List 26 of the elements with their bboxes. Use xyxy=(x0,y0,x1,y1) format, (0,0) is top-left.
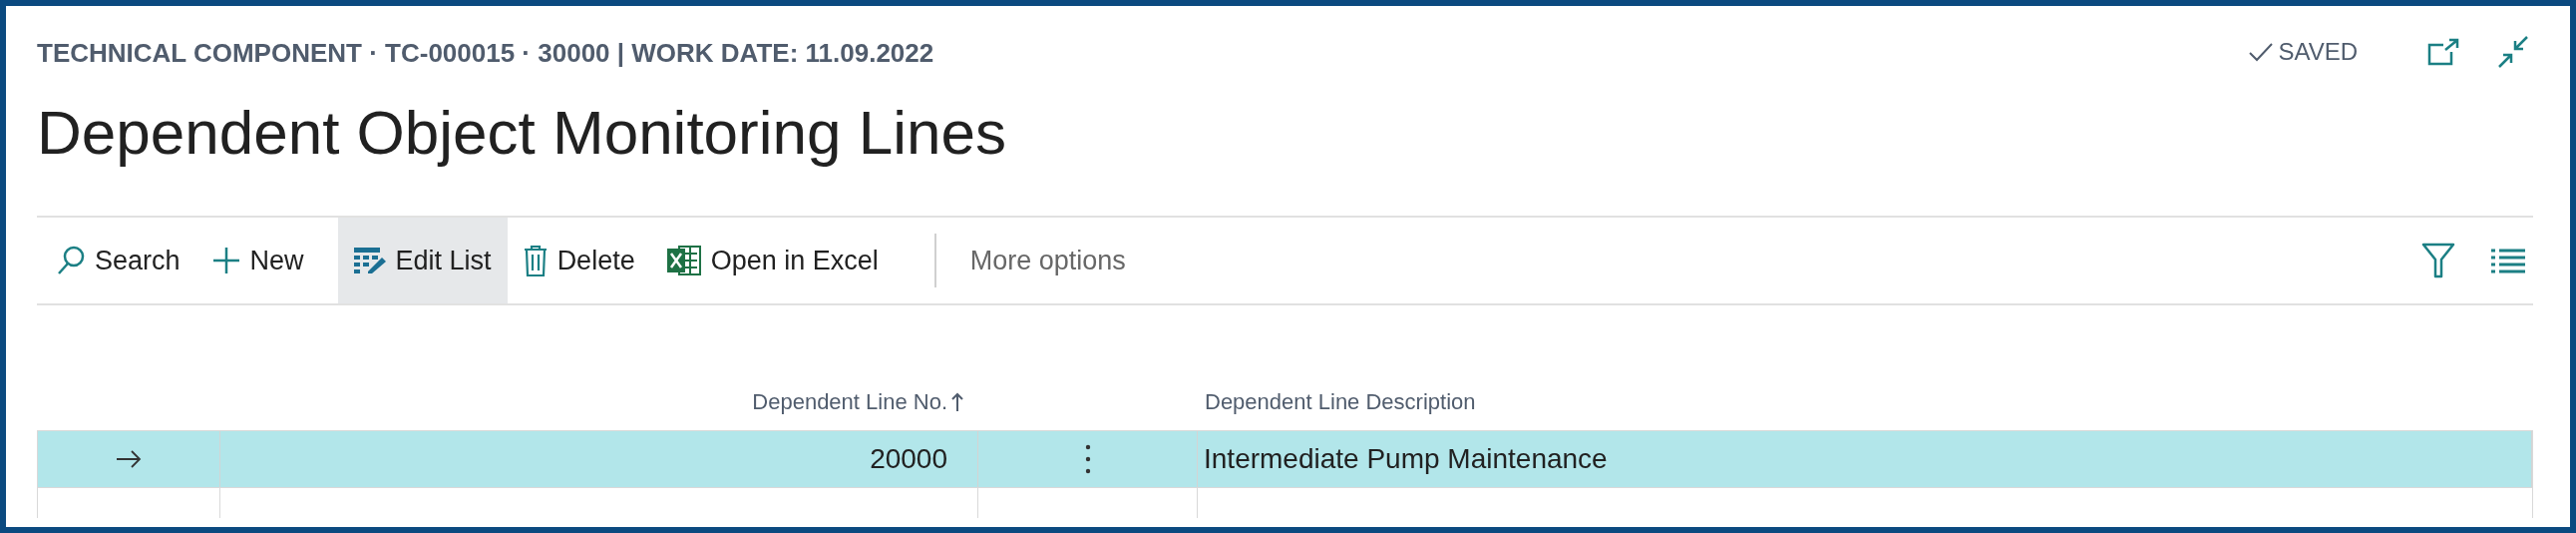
more-options-button[interactable]: More options xyxy=(969,240,1126,281)
save-status: SAVED xyxy=(2278,37,2358,67)
column-header[interactable]: Dependent Line No. xyxy=(752,385,947,418)
toolbar-button[interactable]: Open in Excel xyxy=(650,218,895,303)
toolbar-button[interactable]: New xyxy=(195,218,320,303)
list-view-icon[interactable] xyxy=(2491,248,2525,273)
search-button[interactable]: Search xyxy=(41,218,196,303)
table-row[interactable]: 20000 Intermediate Pump Maintenance xyxy=(37,430,2533,488)
plus-icon xyxy=(211,247,240,274)
arrow-icon xyxy=(116,450,142,468)
toolbar-button[interactable]: Delete xyxy=(507,218,651,303)
spreadsheet-icon xyxy=(666,245,701,276)
page-title: Dependent Object Monitoring Lines xyxy=(37,102,1007,169)
table-cell-text: Intermediate Pump Maintenance xyxy=(1204,442,1608,476)
more-icon[interactable] xyxy=(1084,444,1091,474)
table-cell-text: 20000 xyxy=(870,442,947,476)
search-icon xyxy=(57,246,85,275)
breadcrumb: TECHNICAL COMPONENT · TC-000015 · 30000 | WORK DATE: 11.09.2022 xyxy=(37,37,934,70)
table-edit-icon xyxy=(353,248,386,273)
filter-icon[interactable] xyxy=(2421,243,2455,278)
open-new-window-button[interactable] xyxy=(2427,38,2459,66)
check-icon xyxy=(2248,41,2275,63)
toolbar-button[interactable]: Edit List xyxy=(337,218,508,303)
collapse-button[interactable] xyxy=(2497,35,2529,69)
trash-icon xyxy=(523,245,548,276)
column-header[interactable]: Dependent Line Description xyxy=(1205,389,1476,414)
